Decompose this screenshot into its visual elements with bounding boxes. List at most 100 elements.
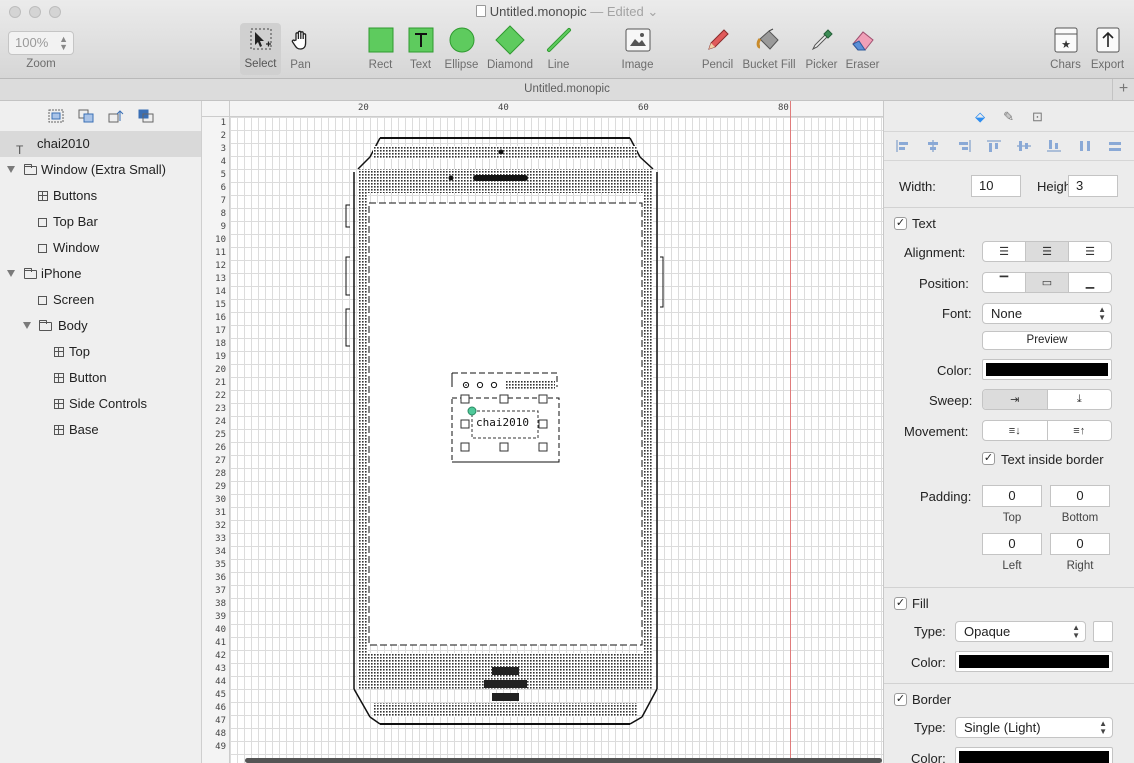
group-layers-icon[interactable] xyxy=(48,109,64,123)
shape-properties-tab-icon[interactable]: ⬙ xyxy=(975,109,985,131)
ruler-label: 18 xyxy=(215,339,226,349)
width-input[interactable]: 10 xyxy=(971,175,1021,197)
rect-tool-button[interactable]: Rect xyxy=(360,24,401,71)
ruler-label: 38 xyxy=(215,599,226,609)
layer-row-iphone[interactable]: iPhone xyxy=(0,261,201,287)
layer-row-buttons[interactable]: Buttons xyxy=(0,183,201,209)
distribute-vertical-icon[interactable] xyxy=(1108,140,1122,152)
separator xyxy=(884,207,1134,208)
document-tab[interactable]: Untitled.monopic + xyxy=(0,79,1134,101)
align-left-icon[interactable] xyxy=(896,140,910,152)
ruler-label: 2 xyxy=(220,131,226,141)
fill-color-well[interactable] xyxy=(955,651,1113,672)
edited-status[interactable]: — Edited xyxy=(590,4,643,19)
padding-label: Padding: xyxy=(920,489,972,504)
ruler-label: 1 xyxy=(220,118,226,128)
text-inside-border-checkbox[interactable]: ✓ xyxy=(982,452,995,465)
ruler-corner xyxy=(202,101,230,117)
iphone-drawing[interactable] xyxy=(230,117,883,763)
drawing-canvas[interactable]: 20 40 60 80 1 2 3 4 5 6 7 8 9 10 11 12 13 14 15 16 17 18 1… xyxy=(202,101,883,763)
text-alignment-control[interactable]: ☰ ☰ ☰ xyxy=(982,241,1112,262)
border-color-label: Color: xyxy=(911,751,946,763)
diamond-tool-button[interactable]: Diamond xyxy=(480,24,540,71)
ruler-label: 24 xyxy=(215,417,226,427)
fill-enable-checkbox[interactable]: ✓ xyxy=(894,597,907,610)
horizontal-scrollbar[interactable] xyxy=(245,758,882,763)
select-tool-button[interactable]: Select xyxy=(240,23,281,75)
disclosure-triangle-icon[interactable] xyxy=(23,322,31,329)
height-input[interactable]: 3 xyxy=(1068,175,1118,197)
sweep-vertical-icon[interactable]: ⤓ xyxy=(1048,390,1112,409)
text-align-left-icon[interactable]: ☰ xyxy=(983,242,1026,261)
layer-row-base[interactable]: Base xyxy=(0,417,201,443)
chars-button[interactable]: ★ Chars xyxy=(1045,24,1086,71)
selected-text-layer[interactable]: chai2010 xyxy=(476,416,529,429)
border-enable-checkbox[interactable]: ✓ xyxy=(894,693,907,706)
layer-row-side-controls[interactable]: Side Controls xyxy=(0,391,201,417)
layer-row-window-extra-small[interactable]: Window (Extra Small) xyxy=(0,157,201,183)
zoom-field[interactable]: 100% ▲ ▼ xyxy=(8,31,74,55)
align-right-icon[interactable] xyxy=(957,140,971,152)
picker-tool-button[interactable]: Picker xyxy=(801,24,842,71)
new-tab-button[interactable]: + xyxy=(1112,79,1134,100)
pan-tool-button[interactable]: Pan xyxy=(280,24,321,71)
layer-row-top[interactable]: Top xyxy=(0,339,201,365)
align-bottom-icon[interactable] xyxy=(1047,140,1062,152)
border-color-well[interactable] xyxy=(955,747,1113,763)
position-middle-icon[interactable]: ▭ xyxy=(1026,273,1069,292)
border-type-label: Type: xyxy=(914,720,946,735)
image-tool-button[interactable]: Image xyxy=(617,24,658,71)
border-type-select[interactable]: Single (Light) ▲ ▼ xyxy=(955,717,1113,738)
text-align-center-icon[interactable]: ☰ xyxy=(1026,242,1069,261)
document-settings-tab-icon[interactable]: ⊡ xyxy=(1032,109,1043,131)
export-button[interactable]: Export xyxy=(1087,24,1128,71)
movement-control[interactable]: ≡↓ ≡↑ xyxy=(982,420,1112,441)
text-position-control[interactable]: ▔ ▭ ▁ xyxy=(982,272,1112,293)
padding-right-input[interactable]: 0 xyxy=(1050,533,1110,555)
bring-forward-icon[interactable] xyxy=(108,109,124,123)
align-center-h-icon[interactable] xyxy=(926,140,940,152)
font-select[interactable]: None ▲ ▼ xyxy=(982,303,1112,324)
padding-left-input[interactable]: 0 xyxy=(982,533,1042,555)
layer-row-chai2010[interactable]: T chai2010 xyxy=(0,131,201,157)
distribute-horizontal-icon[interactable] xyxy=(1078,140,1092,152)
fill-char-well[interactable] xyxy=(1093,621,1113,642)
movement-up-icon[interactable]: ≡↑ xyxy=(1048,421,1112,440)
bucket-fill-tool-button[interactable]: Bucket Fill xyxy=(738,24,800,71)
position-top-icon[interactable]: ▔ xyxy=(983,273,1026,292)
layer-row-top-bar[interactable]: Top Bar xyxy=(0,209,201,235)
layer-row-window[interactable]: Window xyxy=(0,235,201,261)
zoom-stepper-icon[interactable]: ▲ ▼ xyxy=(59,35,68,52)
text-color-well[interactable] xyxy=(982,359,1112,380)
disclosure-triangle-icon[interactable] xyxy=(7,166,15,173)
align-top-icon[interactable] xyxy=(986,140,1001,152)
padding-top-input[interactable]: 0 xyxy=(982,485,1042,507)
padding-bottom-input[interactable]: 0 xyxy=(1050,485,1110,507)
style-tab-pencil-icon[interactable]: ✎ xyxy=(1003,109,1014,131)
line-tool-button[interactable]: Line xyxy=(538,24,579,71)
sweep-control[interactable]: ⇥ ⤓ xyxy=(982,389,1112,410)
pencil-tool-button[interactable]: Pencil xyxy=(697,24,738,71)
movement-down-icon[interactable]: ≡↓ xyxy=(983,421,1048,440)
ruler-label: 7 xyxy=(220,196,226,206)
text-t-icon xyxy=(404,24,438,56)
sweep-horizontal-icon[interactable]: ⇥ xyxy=(983,390,1048,409)
position-bottom-icon[interactable]: ▁ xyxy=(1069,273,1111,292)
layer-row-screen[interactable]: Screen xyxy=(0,287,201,313)
padding-bottom-label: Bottom xyxy=(1061,512,1099,524)
chevron-down-icon[interactable]: ⌄ xyxy=(644,4,658,19)
text-align-right-icon[interactable]: ☰ xyxy=(1069,242,1111,261)
send-backward-icon[interactable] xyxy=(138,109,154,123)
text-tool-button[interactable]: Text xyxy=(400,24,441,71)
ruler-label: 25 xyxy=(215,430,226,440)
text-enable-checkbox[interactable]: ✓ xyxy=(894,217,907,230)
layer-row-button[interactable]: Button xyxy=(0,365,201,391)
eraser-tool-button[interactable]: Eraser xyxy=(842,24,883,71)
preview-button[interactable]: Preview xyxy=(982,331,1112,350)
fill-type-select[interactable]: Opaque ▲ ▼ xyxy=(955,621,1086,642)
align-middle-v-icon[interactable] xyxy=(1017,140,1032,152)
ungroup-layers-icon[interactable] xyxy=(78,109,94,123)
layer-row-body[interactable]: Body xyxy=(0,313,201,339)
ellipse-tool-button[interactable]: Ellipse xyxy=(441,24,482,71)
disclosure-triangle-icon[interactable] xyxy=(7,270,15,277)
